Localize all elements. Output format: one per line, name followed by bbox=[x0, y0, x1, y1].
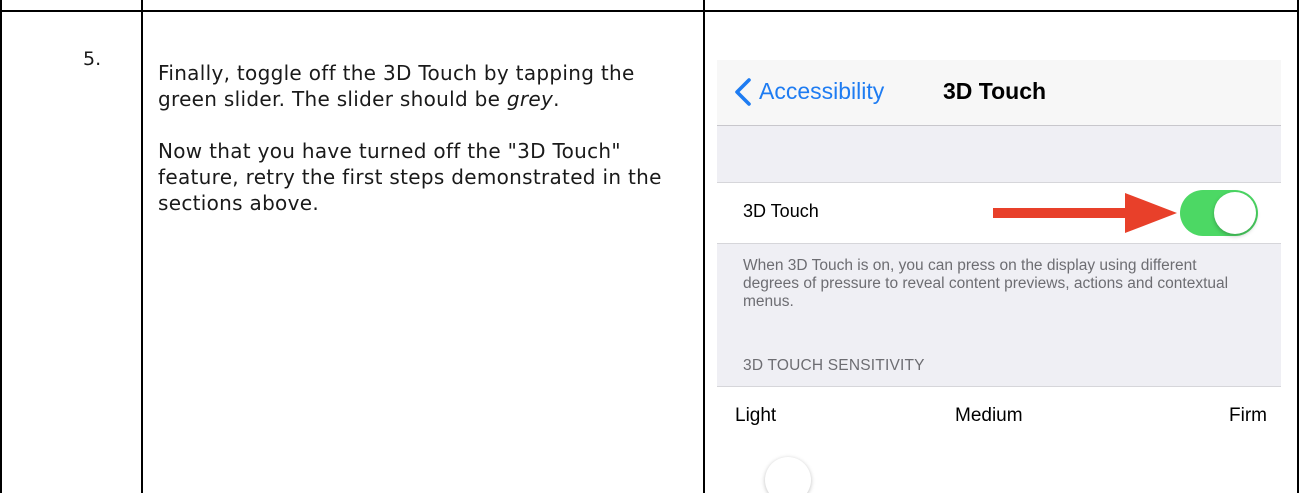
instruction-paragraph: Now that you have turned off the "3D Tou… bbox=[158, 139, 662, 215]
table-left-border bbox=[0, 0, 2, 493]
sensitivity-label-medium: Medium bbox=[955, 405, 1023, 426]
page-title: 3D Touch bbox=[943, 78, 1047, 104]
chevron-left-icon[interactable] bbox=[731, 77, 757, 107]
section-header: 3D TOUCH SENSITIVITY bbox=[743, 357, 925, 374]
instruction-text: Finally, toggle off the 3D Touch by tapp… bbox=[158, 61, 635, 111]
navigation-bar: Accessibility 3D Touch bbox=[717, 60, 1281, 126]
step-number: 5. bbox=[83, 48, 102, 70]
sensitivity-slider-row: Light Medium Firm bbox=[717, 386, 1281, 493]
step-instructions: Finally, toggle off the 3D Touch by tapp… bbox=[158, 60, 698, 242]
row-label: 3D Touch bbox=[743, 201, 819, 221]
back-button[interactable]: Accessibility bbox=[759, 78, 884, 105]
settings-row-3d-touch: 3D Touch bbox=[717, 182, 1281, 244]
table-top-border bbox=[0, 10, 1299, 12]
section-footer: When 3D Touch is on, you can press on th… bbox=[743, 257, 1229, 310]
ios-settings-screenshot: Accessibility 3D Touch 3D Touch When 3D … bbox=[717, 60, 1281, 493]
sensitivity-slider-knob[interactable] bbox=[765, 457, 811, 493]
sensitivity-label-light: Light bbox=[735, 405, 777, 426]
arrow-right-icon bbox=[993, 193, 1177, 233]
column-divider bbox=[141, 0, 143, 493]
3d-touch-toggle[interactable] bbox=[1180, 190, 1258, 236]
sensitivity-label-firm: Firm bbox=[1229, 405, 1267, 426]
toggle-knob bbox=[1214, 192, 1256, 234]
instruction-paragraph: Finally, toggle off the 3D Touch by tapp… bbox=[158, 60, 698, 112]
column-divider bbox=[703, 0, 705, 493]
instruction-text: . bbox=[553, 87, 560, 111]
instruction-table: 5. Finally, toggle off the 3D Touch by t… bbox=[0, 0, 1299, 493]
emphasis-text: grey bbox=[506, 87, 554, 111]
